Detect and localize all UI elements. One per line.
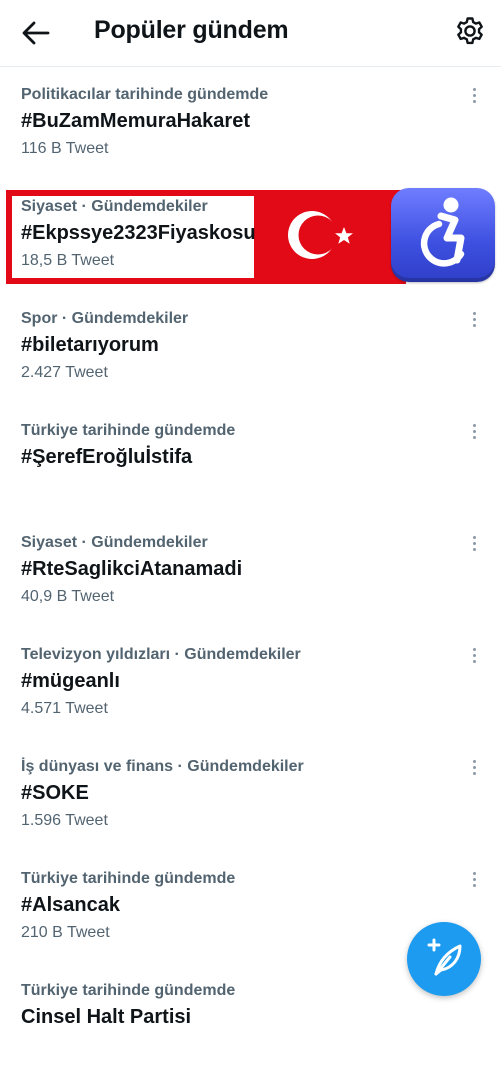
trend-item[interactable]: Politikacılar tarihinde gündemde #BuZamM… [0,70,501,182]
gear-icon[interactable] [454,15,486,47]
trend-tweet-count: 18,5 B Tweet [21,252,115,269]
trend-category: Siyaset · Gündemdekiler [21,534,208,551]
trend-name: #ŞerefEroğluİstifa [21,446,193,468]
trend-category: Türkiye tarihinde gündemde [21,982,236,999]
more-options-icon[interactable] [466,88,482,110]
trend-category: Siyaset · Gündemdekiler [21,198,208,215]
trend-item-highlighted[interactable]: Siyaset · Gündemdekiler #Ekpssye2323Fiya… [0,182,501,294]
turkish-flag-icon [288,211,353,259]
trend-name: #Ekpssye2323Fiyaskosu [21,222,256,244]
wheelchair-icon [391,188,495,282]
trend-category: Televizyon yıldızları · Gündemdekiler [21,646,301,663]
trend-name: Cinsel Halt Partisi [21,1006,192,1028]
trend-tweet-count: 2.427 Tweet [21,364,108,381]
trend-category: Türkiye tarihinde gündemde [21,422,236,439]
trend-item[interactable]: Siyaset · Gündemdekiler #RteSaglikciAtan… [0,518,501,630]
trend-item[interactable]: Televizyon yıldızları · Gündemdekiler #m… [0,630,501,742]
trend-item[interactable]: Spor · Gündemdekiler #biletarıyorum 2.42… [0,294,501,406]
trend-category: Türkiye tarihinde gündemde [21,870,236,887]
trend-name: #SOKE [21,782,89,804]
trend-item[interactable]: Türkiye tarihinde gündemde #ŞerefEroğluİ… [0,406,501,518]
more-options-icon[interactable] [466,872,482,894]
trend-category: Spor · Gündemdekiler [21,310,189,327]
trend-tweet-count: 40,9 B Tweet [21,588,115,605]
more-options-icon[interactable] [466,760,482,782]
trend-tweet-count: 210 B Tweet [21,924,110,941]
trend-name: #biletarıyorum [21,334,159,356]
trend-name: #mügeanlı [21,670,120,692]
top-bar: Popüler gündem [0,0,501,67]
page-title: Popüler gündem [94,16,289,44]
trend-name: #BuZamMemuraHakaret [21,110,250,132]
more-options-icon[interactable] [466,424,482,446]
more-options-icon[interactable] [466,312,482,334]
trend-name: #RteSaglikciAtanamadi [21,558,243,580]
trend-tweet-count: 4.571 Tweet [21,700,108,717]
more-options-icon[interactable] [466,648,482,670]
more-options-icon[interactable] [466,536,482,558]
trend-name: #Alsancak [21,894,120,916]
trend-category: Politikacılar tarihinde gündemde [21,86,269,103]
arrow-left-icon[interactable] [20,18,52,48]
trend-item[interactable]: İş dünyası ve finans · Gündemdekiler #SO… [0,742,501,854]
compose-tweet-icon [427,938,462,976]
trend-tweet-count: 1.596 Tweet [21,812,108,829]
trend-category: İş dünyası ve finans · Gündemdekiler [21,758,304,775]
compose-tweet-button[interactable] [407,922,481,996]
trend-tweet-count: 116 B Tweet [21,140,109,157]
